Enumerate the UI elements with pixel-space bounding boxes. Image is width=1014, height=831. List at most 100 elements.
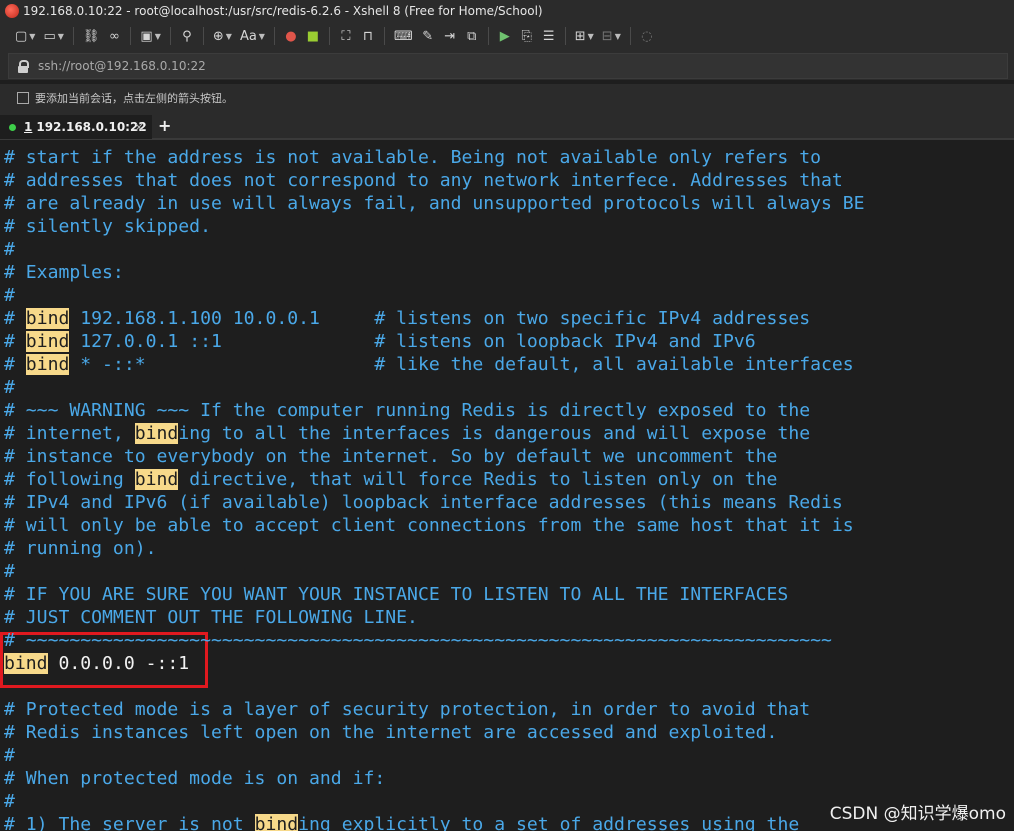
terminal-line: # following bind directive, that will fo… bbox=[4, 468, 777, 491]
toolbar-divider bbox=[202, 27, 204, 45]
terminal-text: # bbox=[4, 331, 26, 352]
xmanager-icon[interactable]: ■ bbox=[303, 25, 323, 47]
terminal-line: # 1) The server is not binding explicitl… bbox=[4, 813, 799, 831]
terminal-text: * -::* # like the default, all available… bbox=[69, 354, 854, 375]
terminal-line: # running on). bbox=[4, 537, 157, 560]
terminal-line: # bbox=[4, 790, 15, 813]
add-tab-button[interactable]: + bbox=[158, 116, 171, 135]
copy-icon[interactable]: ⎘ bbox=[517, 25, 537, 47]
watermark: CSDN @知识学爆omo bbox=[829, 804, 1006, 824]
terminal-line: # bbox=[4, 284, 15, 307]
terminal-text: 192.168.1.100 10.0.0.1 # listens on two … bbox=[69, 308, 811, 329]
toolbar-divider bbox=[564, 27, 566, 45]
terminal-line: # IPv4 and IPv6 (if available) loopback … bbox=[4, 491, 843, 514]
terminal-line: # bbox=[4, 560, 15, 583]
lock-icon bbox=[18, 59, 29, 73]
notes-icon[interactable]: ☰ bbox=[539, 25, 559, 47]
terminal-line: # Examples: bbox=[4, 261, 124, 284]
add-pane-icon[interactable]: ⊞ ▼ bbox=[572, 25, 597, 47]
search-match-highlight: bind bbox=[25, 354, 70, 375]
close-tab-icon[interactable]: × bbox=[134, 120, 144, 134]
tab-label: 192.168.0.10:22 bbox=[36, 120, 147, 134]
terminal-line: # start if the address is not available.… bbox=[4, 146, 821, 169]
terminal-text: # running on). bbox=[4, 538, 157, 559]
toolbar-divider bbox=[130, 27, 132, 45]
title-bar: 192.168.0.10:22 - root@localhost:/usr/sr… bbox=[0, 0, 1014, 21]
search-icon[interactable]: ⚲ bbox=[177, 25, 197, 47]
new-session-icon[interactable]: ▢ ▼ bbox=[12, 25, 38, 47]
terminal-text: # instance to everybody on the internet.… bbox=[4, 446, 778, 467]
terminal-text: # JUST COMMENT OUT THE FOLLOWING LINE. bbox=[4, 607, 418, 628]
search-match-highlight: bind bbox=[134, 469, 179, 490]
send-icon[interactable]: ⇥ bbox=[440, 25, 460, 47]
terminal-text: # bbox=[4, 354, 26, 375]
terminal-line: # silently skipped. bbox=[4, 215, 211, 238]
script-icon[interactable]: ✎ bbox=[418, 25, 438, 47]
terminal-text: # Examples: bbox=[4, 262, 124, 283]
terminal-output[interactable]: # start if the address is not available.… bbox=[0, 140, 1014, 831]
address-bar: ssh://root@192.168.0.10:22 bbox=[0, 51, 1014, 80]
terminal-line: # bind * -::* # like the default, all av… bbox=[4, 353, 854, 376]
new-tab-icon[interactable]: ▣ ▼ bbox=[137, 25, 163, 47]
toolbar-divider bbox=[629, 27, 631, 45]
terminal-text: 0.0.0.0 -::1 bbox=[47, 653, 190, 674]
terminal-line: # JUST COMMENT OUT THE FOLLOWING LINE. bbox=[4, 606, 418, 629]
terminal-text: # ~~~~~~~~~~~~~~~~~~~~~~~~~~~~~~~~~~~~~~… bbox=[4, 630, 832, 651]
terminal-text: 127.0.0.1 ::1 # listens on loopback IPv4… bbox=[69, 331, 756, 352]
terminal-line: # internet, binding to all the interface… bbox=[4, 422, 810, 445]
address-value: ssh://root@192.168.0.10:22 bbox=[38, 58, 206, 73]
terminal-line: # will only be able to accept client con… bbox=[4, 514, 854, 537]
terminal-line: # bbox=[4, 744, 15, 767]
terminal-text: ing to all the interfaces is dangerous a… bbox=[178, 423, 811, 444]
terminal-line: # When protected mode is on and if: bbox=[4, 767, 385, 790]
toolbar-divider bbox=[169, 27, 171, 45]
terminal-line: # ~~~ WARNING ~~~ If the computer runnin… bbox=[4, 399, 810, 422]
search-match-highlight: bind bbox=[134, 423, 179, 444]
session-hint-text: 要添加当前会话，点击左侧的箭头按钮。 bbox=[35, 92, 233, 105]
terminal-text: # bbox=[4, 308, 26, 329]
tab-session-1[interactable]: 1 192.168.0.10:22 × bbox=[0, 115, 152, 139]
layout-icon[interactable]: ⊟ ▼ bbox=[599, 25, 624, 47]
terminal-text: # Protected mode is a layer of security … bbox=[4, 699, 811, 720]
terminal-text: # addresses that does not correspond to … bbox=[4, 170, 843, 191]
xshell-logo-icon bbox=[5, 3, 19, 18]
search-match-highlight: bind bbox=[254, 814, 299, 831]
terminal-line: # bind 192.168.1.100 10.0.0.1 # listens … bbox=[4, 307, 810, 330]
terminal-text: # following bbox=[4, 469, 135, 490]
terminal-text: # bbox=[4, 745, 15, 766]
xftp-icon[interactable]: ● bbox=[281, 25, 301, 47]
terminal-line: # IF YOU ARE SURE YOU WANT YOUR INSTANCE… bbox=[4, 583, 788, 606]
open-folder-icon[interactable]: ▭ ▼ bbox=[40, 25, 66, 47]
connected-status-icon bbox=[9, 123, 16, 131]
help-icon[interactable]: ◌ bbox=[637, 25, 657, 47]
globe-icon[interactable]: ⊕ ▼ bbox=[210, 25, 235, 47]
tab-number: 1 bbox=[24, 120, 33, 134]
terminal-text: # will only be able to accept client con… bbox=[4, 515, 854, 536]
terminal-line: # bbox=[4, 376, 15, 399]
terminal-text: # IPv4 and IPv6 (if available) loopback … bbox=[4, 492, 843, 513]
font-button[interactable]: Aa ▼ bbox=[237, 25, 268, 47]
toolbar-divider bbox=[383, 27, 385, 45]
toolbar-divider bbox=[328, 27, 330, 45]
address-field[interactable]: ssh://root@192.168.0.10:22 bbox=[8, 52, 1008, 79]
terminal-line: # bind 127.0.0.1 ::1 # listens on loopba… bbox=[4, 330, 756, 353]
terminal-text: ing explicitly to a set of addresses usi… bbox=[298, 814, 800, 831]
terminal-text: # 1) The server is not bbox=[4, 814, 255, 831]
reconnect-icon[interactable]: ⛓ bbox=[80, 25, 103, 47]
arrow-button-icon[interactable] bbox=[17, 92, 29, 104]
start-log-icon[interactable]: ▶ bbox=[495, 25, 515, 47]
keyboard-icon[interactable]: ⌨ bbox=[391, 25, 416, 47]
lock-icon[interactable]: ⊓ bbox=[358, 25, 378, 47]
terminal-line: # are already in use will always fail, a… bbox=[4, 192, 865, 215]
compose-icon[interactable]: ⧉ bbox=[462, 25, 482, 47]
terminal-line: # bbox=[4, 238, 15, 261]
fullscreen-icon[interactable]: ⛶ bbox=[336, 25, 356, 47]
search-match-highlight: bind bbox=[25, 308, 70, 329]
link-icon[interactable]: ∞ bbox=[104, 25, 124, 47]
terminal-text: # bbox=[4, 791, 15, 812]
terminal-text: # start if the address is not available.… bbox=[4, 147, 822, 168]
terminal-text: # When protected mode is on and if: bbox=[4, 768, 386, 789]
terminal-text: # IF YOU ARE SURE YOU WANT YOUR INSTANCE… bbox=[4, 584, 789, 605]
terminal-text: # bbox=[4, 377, 15, 398]
search-match-highlight: bind bbox=[4, 653, 48, 674]
